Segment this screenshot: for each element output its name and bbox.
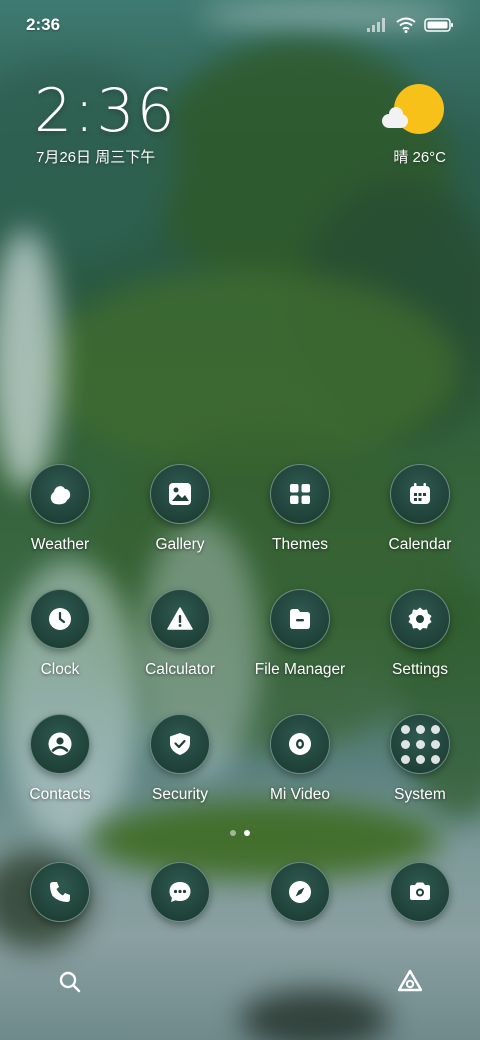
clock-widget-time[interactable]: 2:36	[34, 76, 177, 146]
weather-condition-temp: 晴 26°C	[393, 149, 446, 166]
app-grid: Weather Gallery Themes Calendar Clock Ca…	[0, 464, 480, 839]
page-dot[interactable]	[230, 830, 236, 836]
settings-icon[interactable]	[390, 589, 450, 649]
app-label: Calendar	[388, 536, 452, 553]
gallery-icon[interactable]	[150, 464, 210, 524]
browser-icon[interactable]	[270, 862, 330, 922]
dock-camera[interactable]	[360, 862, 480, 922]
app-calendar[interactable]: Calendar	[360, 464, 480, 589]
calendar-icon[interactable]	[390, 464, 450, 524]
app-label: Mi Video	[269, 786, 331, 803]
app-label: Contacts	[29, 786, 91, 803]
signal-icon	[367, 18, 385, 32]
app-file-manager[interactable]: File Manager	[240, 589, 360, 714]
app-weather[interactable]: Weather	[0, 464, 120, 589]
app-contacts[interactable]: Contacts	[0, 714, 120, 839]
clock-widget-date: 7月26日 周三下午	[36, 149, 156, 166]
app-settings[interactable]: Settings	[360, 589, 480, 714]
camera-icon[interactable]	[390, 862, 450, 922]
page-dot-active[interactable]	[244, 830, 250, 836]
file-manager-icon[interactable]	[270, 589, 330, 649]
status-icons	[366, 17, 454, 33]
app-clock[interactable]: Clock	[0, 589, 120, 714]
page-indicator	[0, 830, 480, 836]
app-label: Calculator	[145, 661, 215, 678]
messages-icon[interactable]	[150, 862, 210, 922]
themes-icon[interactable]	[270, 464, 330, 524]
app-label: Settings	[391, 661, 448, 678]
assistant-icon[interactable]	[396, 968, 424, 994]
dock	[0, 862, 480, 922]
mi-video-icon[interactable]	[270, 714, 330, 774]
search-icon[interactable]	[58, 970, 82, 994]
dock-messages[interactable]	[120, 862, 240, 922]
calculator-icon[interactable]	[150, 589, 210, 649]
app-themes[interactable]: Themes	[240, 464, 360, 589]
app-row: Weather Gallery Themes Calendar	[0, 464, 480, 589]
security-icon[interactable]	[150, 714, 210, 774]
app-label: Themes	[272, 536, 328, 553]
dock-phone[interactable]	[0, 862, 120, 922]
app-label: Weather	[30, 536, 90, 553]
weather-icon[interactable]	[30, 464, 90, 524]
app-system-folder[interactable]: System	[360, 714, 480, 839]
status-bar: 2:36	[0, 0, 480, 50]
phone-icon[interactable]	[30, 862, 90, 922]
app-label: Gallery	[155, 536, 205, 553]
app-gallery[interactable]: Gallery	[120, 464, 240, 589]
weather-widget[interactable]: 晴 26°C	[376, 82, 446, 172]
clock-icon[interactable]	[30, 589, 90, 649]
dock-browser[interactable]	[240, 862, 360, 922]
app-calculator[interactable]: Calculator	[120, 589, 240, 714]
wifi-icon	[396, 17, 416, 33]
app-security[interactable]: Security	[120, 714, 240, 839]
app-label: Security	[152, 786, 208, 803]
app-label: Clock	[40, 661, 80, 678]
status-time: 2:36	[26, 15, 61, 34]
app-label: File Manager	[254, 661, 346, 678]
system-folder-icon[interactable]	[390, 714, 450, 774]
app-row: Clock Calculator File Manager Settings	[0, 589, 480, 714]
app-mi-video[interactable]: Mi Video	[240, 714, 360, 839]
battery-icon	[424, 18, 453, 32]
bottom-bar	[0, 962, 480, 1002]
contacts-icon[interactable]	[30, 714, 90, 774]
app-row: Contacts Security Mi Video System	[0, 714, 480, 839]
app-label: System	[394, 786, 446, 803]
